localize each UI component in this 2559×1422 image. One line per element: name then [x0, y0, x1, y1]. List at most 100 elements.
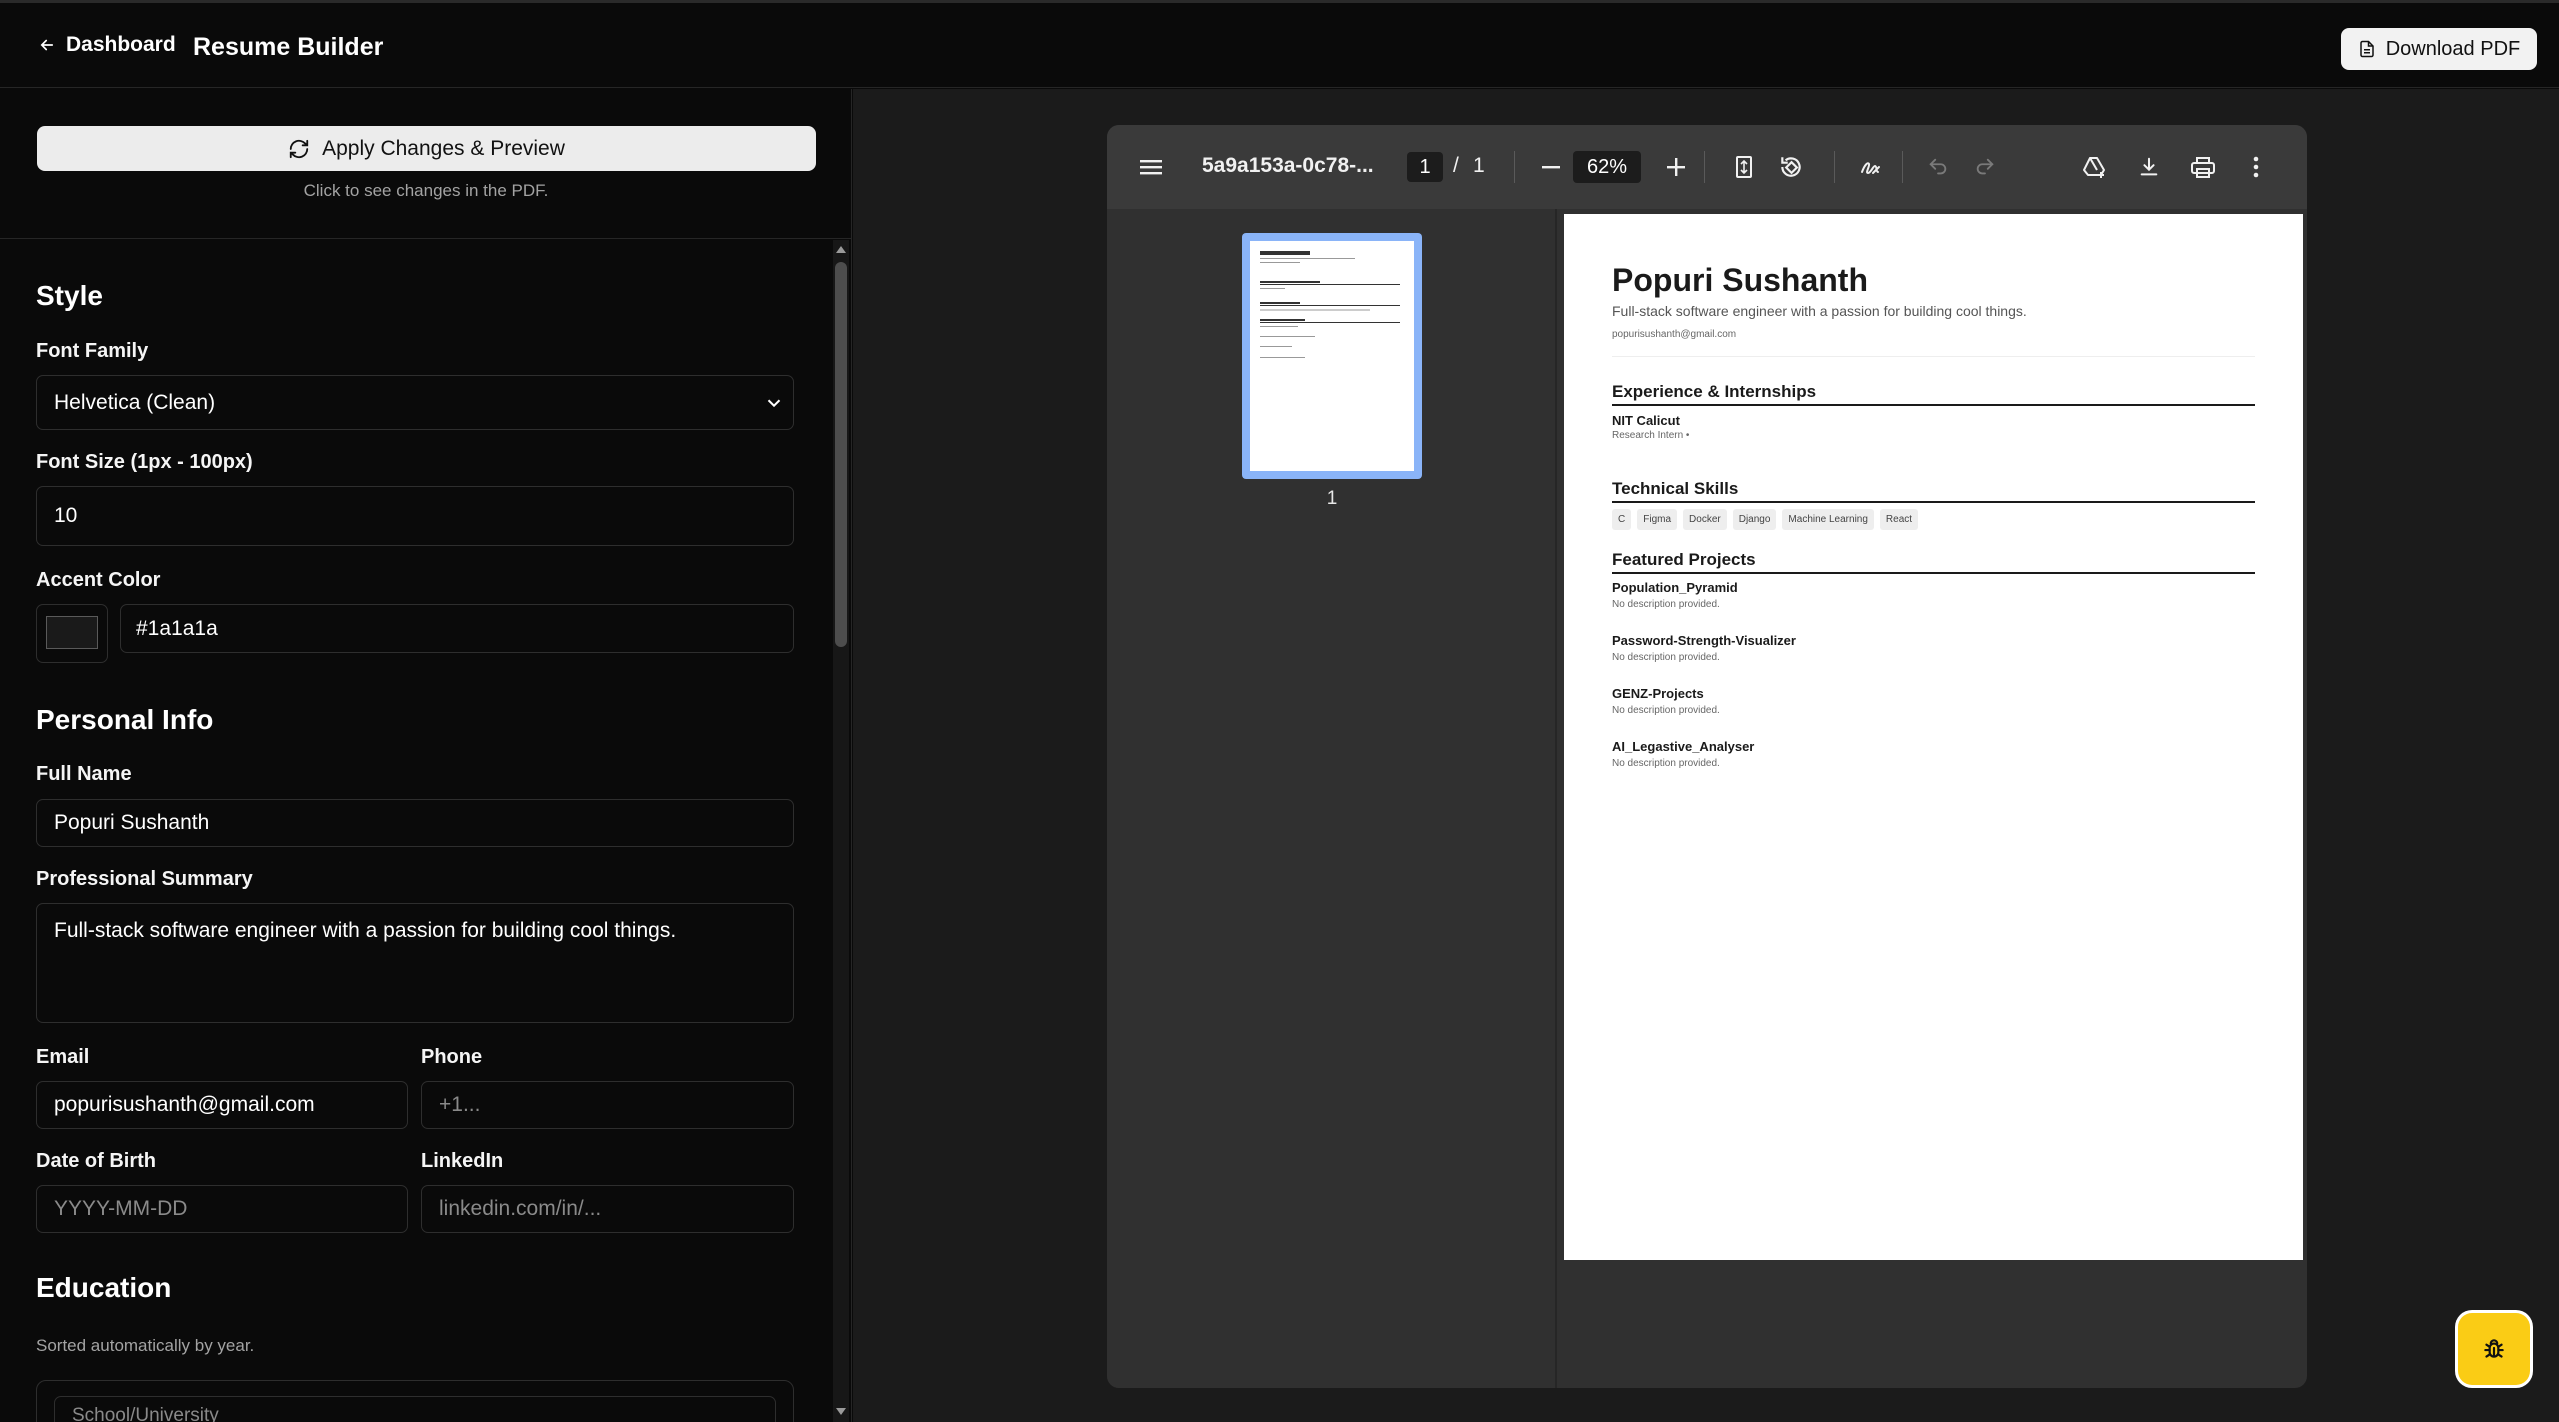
- resume-project-desc: No description provided.: [1612, 599, 1720, 610]
- more-options-icon[interactable]: [2240, 151, 2272, 183]
- pdf-filename: 5a9a153a-0c78-...: [1202, 154, 1374, 177]
- page-title: Resume Builder: [193, 33, 384, 61]
- save-to-drive-icon[interactable]: [2079, 151, 2111, 183]
- apply-hint: Click to see changes in the PDF.: [303, 181, 549, 200]
- file-icon: [2359, 40, 2374, 58]
- resume-name: Popuri Sushanth: [1612, 262, 1868, 298]
- back-to-dashboard-link[interactable]: Dashboard: [38, 33, 176, 57]
- pdf-page: Popuri Sushanth Full-stack software engi…: [1564, 214, 2303, 1260]
- page-thumbnail[interactable]: [1242, 233, 1422, 479]
- font-size-input[interactable]: 10: [36, 486, 794, 546]
- resume-experience-title: Experience & Internships: [1612, 382, 2255, 406]
- skill-tag: React: [1879, 509, 1919, 530]
- full-name-input[interactable]: Popuri Sushanth: [36, 799, 794, 847]
- resume-project-name: Password-Strength-Visualizer: [1612, 633, 1796, 648]
- full-name-label: Full Name: [36, 763, 132, 785]
- download-icon[interactable]: [2133, 151, 2165, 183]
- email-label: Email: [36, 1046, 90, 1068]
- resume-email: popurisushanth@gmail.com: [1612, 329, 1737, 340]
- apply-changes-button[interactable]: Apply Changes & Preview: [37, 126, 816, 171]
- accent-color-picker[interactable]: [36, 604, 108, 663]
- font-family-value: Helvetica (Clean): [54, 390, 216, 414]
- page-number-input[interactable]: 1: [1407, 152, 1443, 182]
- page-total: 1: [1473, 154, 1485, 177]
- menu-icon[interactable]: [1135, 151, 1167, 183]
- rotate-icon[interactable]: [1775, 151, 1807, 183]
- arrow-left-icon: [40, 39, 54, 51]
- summary-value: Full-stack software engineer with a pass…: [54, 919, 677, 942]
- fit-page-icon[interactable]: [1728, 151, 1760, 183]
- pdf-viewer: 5a9a153a-0c78-... 1 / 1 62% 1 Popuri Sus…: [1107, 125, 2307, 1388]
- resume-projects-title: Featured Projects: [1612, 550, 2255, 574]
- pdf-toolbar: 5a9a153a-0c78-... 1 / 1 62%: [1107, 125, 2307, 209]
- accent-color-swatch: [46, 616, 98, 649]
- refresh-icon: [289, 139, 309, 158]
- dob-input[interactable]: YYYY-MM-DD: [36, 1185, 408, 1233]
- back-label: Dashboard: [66, 33, 176, 56]
- summary-textarea[interactable]: Full-stack software engineer with a pass…: [36, 903, 794, 1023]
- linkedin-placeholder: linkedin.com/in/...: [439, 1197, 602, 1220]
- scroll-down-icon[interactable]: [836, 1408, 846, 1415]
- resume-summary: Full-stack software engineer with a pass…: [1612, 303, 2027, 319]
- resume-project: AI_Legastive_Analyser No description pro…: [1612, 739, 2255, 769]
- resume-project-name: Population_Pyramid: [1612, 580, 1738, 595]
- accent-color-value: #1a1a1a: [136, 616, 218, 640]
- zoom-out-icon[interactable]: [1535, 151, 1567, 183]
- redo-icon[interactable]: [1969, 151, 2001, 183]
- accent-color-input[interactable]: #1a1a1a: [120, 604, 794, 653]
- draw-icon[interactable]: [1855, 151, 1887, 183]
- resume-project-desc: No description provided.: [1612, 758, 1720, 769]
- education-section-title: Education: [36, 1272, 172, 1303]
- school-input[interactable]: School/University: [54, 1396, 776, 1422]
- resume-content: Popuri Sushanth Full-stack software engi…: [1612, 262, 2255, 769]
- scrollbar-thumb[interactable]: [835, 262, 847, 647]
- resume-skills-title: Technical Skills: [1612, 479, 2255, 503]
- zoom-level-input[interactable]: 62%: [1573, 151, 1641, 183]
- toolbar-divider: [1902, 151, 1903, 183]
- zoom-in-icon[interactable]: [1660, 151, 1692, 183]
- editor-form: Style Font Family Helvetica (Clean) Font…: [0, 240, 851, 1422]
- print-icon[interactable]: [2187, 151, 2219, 183]
- full-name-value: Popuri Sushanth: [54, 811, 210, 834]
- chevron-down-icon: [767, 399, 781, 408]
- linkedin-label: LinkedIn: [421, 1150, 504, 1172]
- skill-tag: C: [1612, 509, 1632, 530]
- resume-experience-org: NIT Calicut: [1612, 413, 1680, 428]
- skill-tag: Figma: [1637, 509, 1678, 530]
- resume-project-desc: No description provided.: [1612, 652, 1720, 663]
- email-input[interactable]: popurisushanth@gmail.com: [36, 1081, 408, 1129]
- font-family-label: Font Family: [36, 340, 149, 362]
- resume-project-name: AI_Legastive_Analyser: [1612, 739, 1755, 754]
- font-family-select[interactable]: Helvetica (Clean): [36, 375, 794, 430]
- bug-report-button[interactable]: [2458, 1313, 2530, 1385]
- skill-tag: Machine Learning: [1782, 509, 1874, 530]
- download-pdf-button[interactable]: Download PDF: [2341, 28, 2537, 70]
- phone-placeholder: +1...: [439, 1093, 481, 1116]
- undo-icon[interactable]: [1922, 151, 1954, 183]
- dob-label: Date of Birth: [36, 1150, 156, 1172]
- thumbnail-sidebar: 1: [1107, 209, 1557, 1388]
- summary-label: Professional Summary: [36, 868, 253, 890]
- resume-project: Password-Strength-Visualizer No descript…: [1612, 633, 2255, 663]
- thumbnail-page-number: 1: [1326, 488, 1338, 509]
- preview-panel: 5a9a153a-0c78-... 1 / 1 62% 1 Popuri Sus…: [853, 89, 2559, 1422]
- toolbar-divider: [1704, 151, 1705, 183]
- phone-input[interactable]: +1...: [421, 1081, 794, 1129]
- linkedin-input[interactable]: linkedin.com/in/...: [421, 1185, 794, 1233]
- download-pdf-label: Download PDF: [2385, 37, 2521, 60]
- resume-divider: [1612, 356, 2255, 357]
- editor-scrollbar[interactable]: [833, 240, 849, 1422]
- apply-changes-label: Apply Changes & Preview: [322, 136, 565, 160]
- toolbar-divider: [1514, 151, 1515, 183]
- zoom-level: 62%: [1586, 155, 1628, 178]
- resume-project-desc: No description provided.: [1612, 705, 1720, 716]
- scroll-up-icon[interactable]: [836, 246, 846, 253]
- school-placeholder: School/University: [72, 1405, 219, 1422]
- style-section-title: Style: [36, 280, 103, 311]
- apply-section: Apply Changes & Preview Click to see cha…: [0, 89, 851, 239]
- resume-project: Population_Pyramid No description provid…: [1612, 580, 2255, 610]
- resume-experience-role: Research Intern •: [1612, 430, 1690, 441]
- bug-icon: [2484, 1339, 2504, 1358]
- personal-info-section-title: Personal Info: [36, 704, 214, 735]
- page-current: 1: [1419, 155, 1431, 178]
